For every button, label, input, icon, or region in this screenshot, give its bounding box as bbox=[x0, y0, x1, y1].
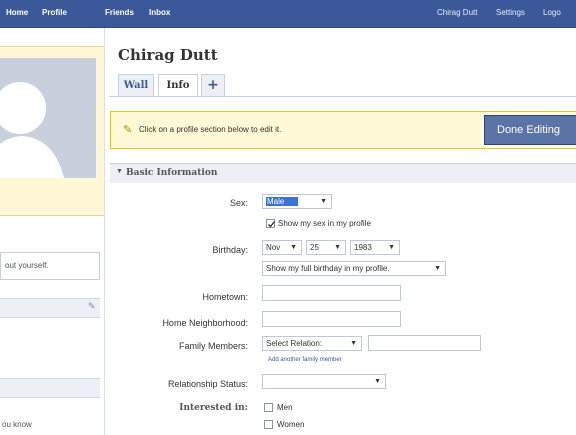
about-yourself-text: out yourself. bbox=[5, 261, 49, 270]
collapse-triangle-icon[interactable]: ▼ bbox=[116, 168, 123, 175]
nav-profile-link[interactable]: Profile bbox=[42, 8, 67, 17]
nav-home-link[interactable]: Home bbox=[6, 8, 28, 17]
hometown-input[interactable] bbox=[262, 285, 401, 301]
tab-wall[interactable]: Wall bbox=[118, 74, 154, 96]
sex-select[interactable]: Male ▼ bbox=[262, 194, 332, 209]
chevron-down-icon: ▼ bbox=[350, 340, 357, 347]
about-yourself-box[interactable]: out yourself. bbox=[0, 252, 100, 280]
profile-name: Chirag Dutt bbox=[118, 46, 218, 64]
top-navigation-bar: Home Profile Friends Inbox Chirag Dutt S… bbox=[0, 0, 576, 28]
notice-text: Click on a profile section below to edit… bbox=[139, 125, 282, 134]
edit-pencil-icon[interactable]: ✎ bbox=[88, 301, 96, 312]
people-you-know-text: ou know bbox=[2, 420, 32, 429]
nav-friends-link[interactable]: Friends bbox=[105, 8, 134, 17]
home-neighborhood-label: Home Neighborhood: bbox=[162, 318, 248, 328]
add-family-member-link[interactable]: Add another family member bbox=[268, 357, 342, 363]
family-member-input[interactable] bbox=[368, 335, 481, 351]
birthday-year-select[interactable]: 1983 ▼ bbox=[350, 240, 400, 255]
chevron-down-icon: ▼ bbox=[388, 244, 395, 251]
sidebar-section-header-2 bbox=[0, 378, 100, 398]
show-sex-checkbox[interactable] bbox=[266, 219, 276, 228]
checkmark-icon bbox=[268, 221, 276, 228]
birthday-year-value: 1983 bbox=[354, 243, 372, 252]
men-label: Men bbox=[277, 403, 293, 412]
sidebar-section-header: ✎ bbox=[0, 298, 100, 318]
birthday-visibility-select[interactable]: Show my full birthday in my profile. ▼ bbox=[262, 261, 446, 276]
relationship-status-label: Relationship Status: bbox=[167, 379, 248, 389]
men-checkbox[interactable] bbox=[264, 403, 273, 412]
family-members-label: Family Members: bbox=[178, 341, 248, 351]
nav-settings-link[interactable]: Settings bbox=[496, 8, 525, 17]
chevron-down-icon: ▼ bbox=[374, 378, 381, 385]
sex-select-value: Male bbox=[266, 197, 299, 206]
column-divider bbox=[104, 28, 105, 435]
home-neighborhood-input[interactable] bbox=[262, 311, 401, 327]
women-label: Women bbox=[277, 420, 305, 429]
nav-logout-link[interactable]: Logo bbox=[543, 8, 561, 17]
tab-info[interactable]: Info bbox=[158, 74, 198, 97]
birthday-month-select[interactable]: Nov ▼ bbox=[262, 240, 302, 255]
hometown-label: Hometown: bbox=[202, 292, 248, 302]
chevron-down-icon: ▼ bbox=[334, 244, 341, 251]
sidebar-section-body bbox=[0, 318, 100, 376]
relationship-status-select[interactable]: ▼ bbox=[262, 374, 386, 389]
nav-user-link[interactable]: Chirag Dutt bbox=[437, 8, 477, 17]
nav-inbox-link[interactable]: Inbox bbox=[149, 8, 170, 17]
birthday-day-select[interactable]: 25 ▼ bbox=[306, 240, 346, 255]
birthday-label: Birthday: bbox=[212, 245, 248, 255]
tab-add[interactable]: + bbox=[201, 74, 225, 96]
birthday-month-value: Nov bbox=[266, 243, 281, 252]
chevron-down-icon: ▼ bbox=[434, 265, 441, 272]
birthday-visibility-value: Show my full birthday in my profile. bbox=[266, 264, 390, 273]
pencil-icon: ✎ bbox=[123, 124, 133, 136]
show-sex-label: Show my sex in my profile bbox=[278, 219, 371, 228]
done-editing-button[interactable]: Done Editing bbox=[484, 115, 576, 145]
chevron-down-icon: ▼ bbox=[320, 198, 327, 205]
family-relation-value: Select Relation: bbox=[266, 339, 323, 348]
basic-information-header[interactable]: ▼ Basic Information bbox=[110, 163, 576, 183]
default-avatar-icon bbox=[0, 58, 96, 178]
women-checkbox[interactable] bbox=[264, 420, 273, 429]
family-relation-select[interactable]: Select Relation: ▼ bbox=[262, 336, 362, 351]
birthday-day-value: 25 bbox=[310, 243, 319, 252]
chevron-down-icon: ▼ bbox=[290, 244, 297, 251]
interested-in-label: Interested in: bbox=[179, 403, 248, 413]
sex-label: Sex: bbox=[229, 198, 248, 208]
section-title: Basic Information bbox=[126, 168, 218, 178]
profile-picture[interactable] bbox=[0, 58, 96, 178]
tab-underline bbox=[109, 96, 576, 97]
